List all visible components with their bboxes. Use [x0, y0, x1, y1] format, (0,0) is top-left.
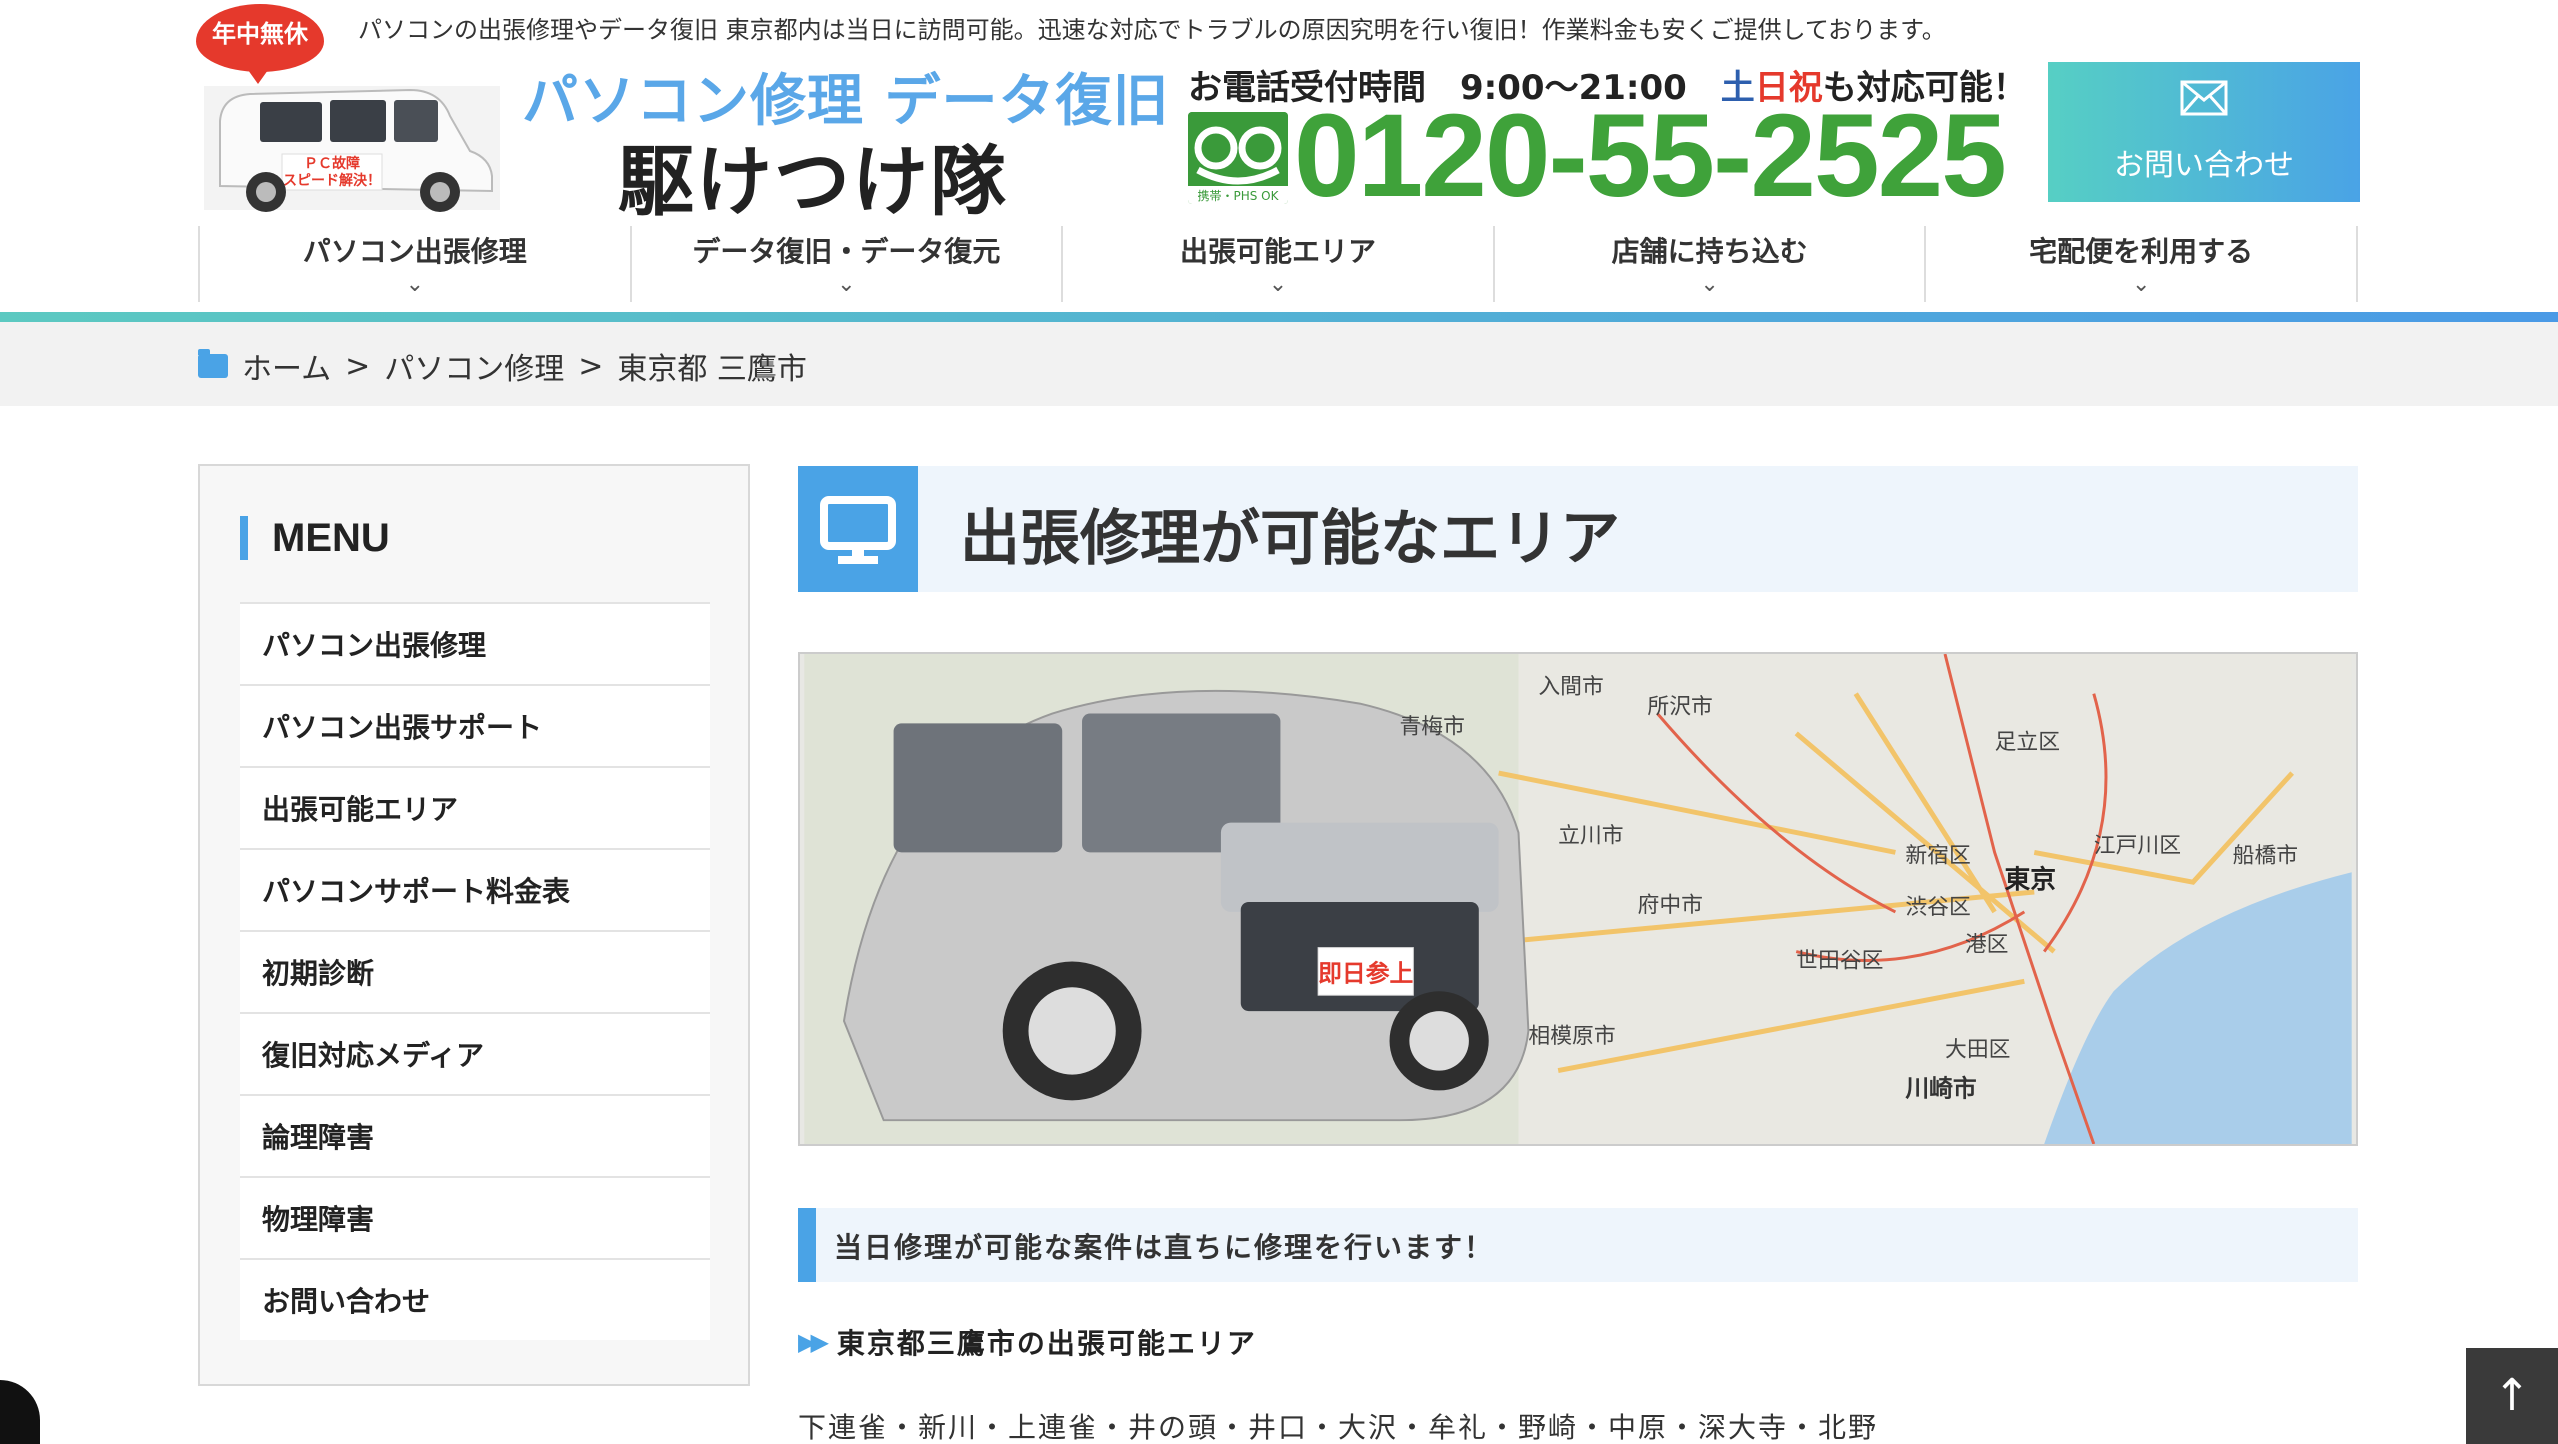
contact-button-label: お問い合わせ [2114, 148, 2294, 183]
nav-item-courier[interactable]: 宅配便を利用する ⌄ [1924, 226, 2358, 302]
site-logo[interactable]: 年中無休 ＰＣ故障 スピード解決！ パソコン修理 データ復旧 駆けつけ隊 [196, 4, 1169, 226]
breadcrumb-separator: > [578, 348, 604, 384]
back-to-top-button[interactable]: ↑ [2466, 1348, 2558, 1444]
sub-heading-text: 当日修理が可能な案件は直ちに修理を行います！ [834, 1231, 1495, 1264]
map-label: 入間市 [1538, 675, 1603, 700]
map-label: 大田区 [1945, 1038, 2010, 1063]
area-title: ▶▶ 東京都三鷹市の出張可能エリア [798, 1322, 1257, 1362]
phone-number[interactable]: 0120-55-2525 [1294, 88, 2007, 224]
map-label: 立川市 [1558, 823, 1623, 848]
chevron-down-icon: ⌄ [1268, 272, 1288, 297]
map-label: 渋谷区 [1905, 895, 1970, 920]
double-arrow-icon: ▶▶ [798, 1328, 829, 1356]
map-label: 所沢市 [1647, 695, 1712, 720]
van-image: ＰＣ故障 スピード解決！ [204, 86, 500, 212]
contact-button[interactable]: お問い合わせ [2048, 62, 2360, 202]
page-corner-decoration [0, 1380, 40, 1444]
breadcrumb-current: 東京都 三鷹市 [617, 352, 807, 387]
service-area-map-image: 即日参上 入間市 所沢市 青梅市 足立区 立川市 新宿区 東京 江戸川区 船橋市… [798, 652, 2358, 1146]
nav-item-label: データ復旧・データ復元 [692, 235, 1001, 268]
sidebar-item-physical-failure[interactable]: 物理障害 [240, 1176, 710, 1258]
sidebar-item-price-list[interactable]: パソコンサポート料金表 [240, 848, 710, 930]
breadcrumb-pc-repair[interactable]: パソコン修理 [384, 344, 564, 388]
sidebar-item-contact[interactable]: お問い合わせ [240, 1258, 710, 1340]
logo-title-line2: 駆けつけ隊 [618, 137, 1008, 226]
map-label: 江戸川区 [2094, 833, 2181, 858]
map-label: 世田谷区 [1796, 948, 1883, 973]
nav-item-label: 宅配便を利用する [2029, 235, 2254, 268]
section-heading: 出張修理が可能なエリア [798, 466, 2358, 592]
map-label: 港区 [1965, 933, 2009, 958]
breadcrumb: ホーム > パソコン修理 > 東京都 三鷹市 [198, 344, 807, 388]
nav-item-store-dropoff[interactable]: 店舗に持ち込む ⌄ [1492, 226, 1925, 302]
nav-item-service-area[interactable]: 出張可能エリア ⌄ [1061, 226, 1493, 302]
sidebar-item-pc-repair[interactable]: パソコン出張修理 [240, 602, 710, 684]
svg-text:スピード解決！: スピード解決！ [283, 172, 381, 189]
header-gradient-bar [0, 312, 2558, 322]
nav-item-label: パソコン出張修理 [302, 235, 527, 268]
chevron-down-icon: ⌄ [837, 272, 856, 297]
sidebar-menu: MENU パソコン出張修理 パソコン出張サポート 出張可能エリア パソコンサポー… [198, 464, 750, 1386]
page-title: 出張修理が可能なエリア [960, 504, 1620, 574]
sidebar-title: MENU [240, 516, 390, 560]
folder-icon [198, 349, 228, 378]
chevron-down-icon: ⌄ [1700, 272, 1719, 297]
sidebar-item-logical-failure[interactable]: 論理障害 [240, 1094, 710, 1176]
hero-plate-text: 即日参上 [1318, 959, 1413, 987]
open-everyday-badge: 年中無休 [196, 4, 324, 84]
sidebar-item-pc-support[interactable]: パソコン出張サポート [240, 684, 710, 766]
freedial-note: 携帯・PHS OK [1197, 188, 1279, 203]
area-title-text: 東京都三鷹市の出張可能エリア [836, 1327, 1257, 1360]
sidebar-item-diagnosis[interactable]: 初期診断 [240, 930, 710, 1012]
map-label: 船橋市 [2233, 843, 2298, 868]
mail-icon [2180, 80, 2228, 116]
nav-item-data-recovery[interactable]: データ復旧・データ復元 ⌄ [629, 226, 1062, 302]
nav-item-pc-repair[interactable]: パソコン出張修理 ⌄ [198, 226, 630, 302]
svg-text:ＰＣ故障: ＰＣ故障 [304, 155, 360, 172]
chevron-down-icon: ⌄ [2131, 272, 2151, 297]
sub-heading: 当日修理が可能な案件は直ちに修理を行います！ [798, 1208, 2358, 1282]
global-nav: パソコン出張修理 ⌄ データ復旧・データ復元 ⌄ 出張可能エリア ⌄ 店舗に持ち… [198, 226, 2358, 302]
breadcrumb-separator: > [345, 348, 371, 384]
freedial-icon: 携帯・PHS OK [1188, 112, 1288, 204]
nav-item-label: 店舗に持ち込む [1611, 235, 1808, 268]
breadcrumb-home[interactable]: ホーム [242, 344, 331, 388]
sidebar-item-media[interactable]: 復旧対応メディア [240, 1012, 710, 1094]
area-list: 下連雀・新川・上連雀・井の頭・井口・大沢・牟礼・野崎・中原・深大寺・北野 [798, 1411, 1879, 1444]
monitor-icon [798, 466, 918, 592]
map-label: 青梅市 [1399, 714, 1464, 739]
map-label: 相模原市 [1528, 1024, 1615, 1049]
map-label: 府中市 [1638, 893, 1703, 918]
map-label: 東京 [2005, 864, 2057, 895]
chevron-down-icon: ⌄ [405, 272, 425, 297]
nav-item-label: 出張可能エリア [1179, 235, 1376, 268]
sidebar-list: パソコン出張修理 パソコン出張サポート 出張可能エリア パソコンサポート料金表 … [240, 602, 710, 1340]
map-label: 新宿区 [1905, 843, 1970, 868]
map-label: 足立区 [1995, 730, 2060, 755]
map-label: 川崎市 [1905, 1074, 1977, 1102]
sidebar-item-service-area[interactable]: 出張可能エリア [240, 766, 710, 848]
